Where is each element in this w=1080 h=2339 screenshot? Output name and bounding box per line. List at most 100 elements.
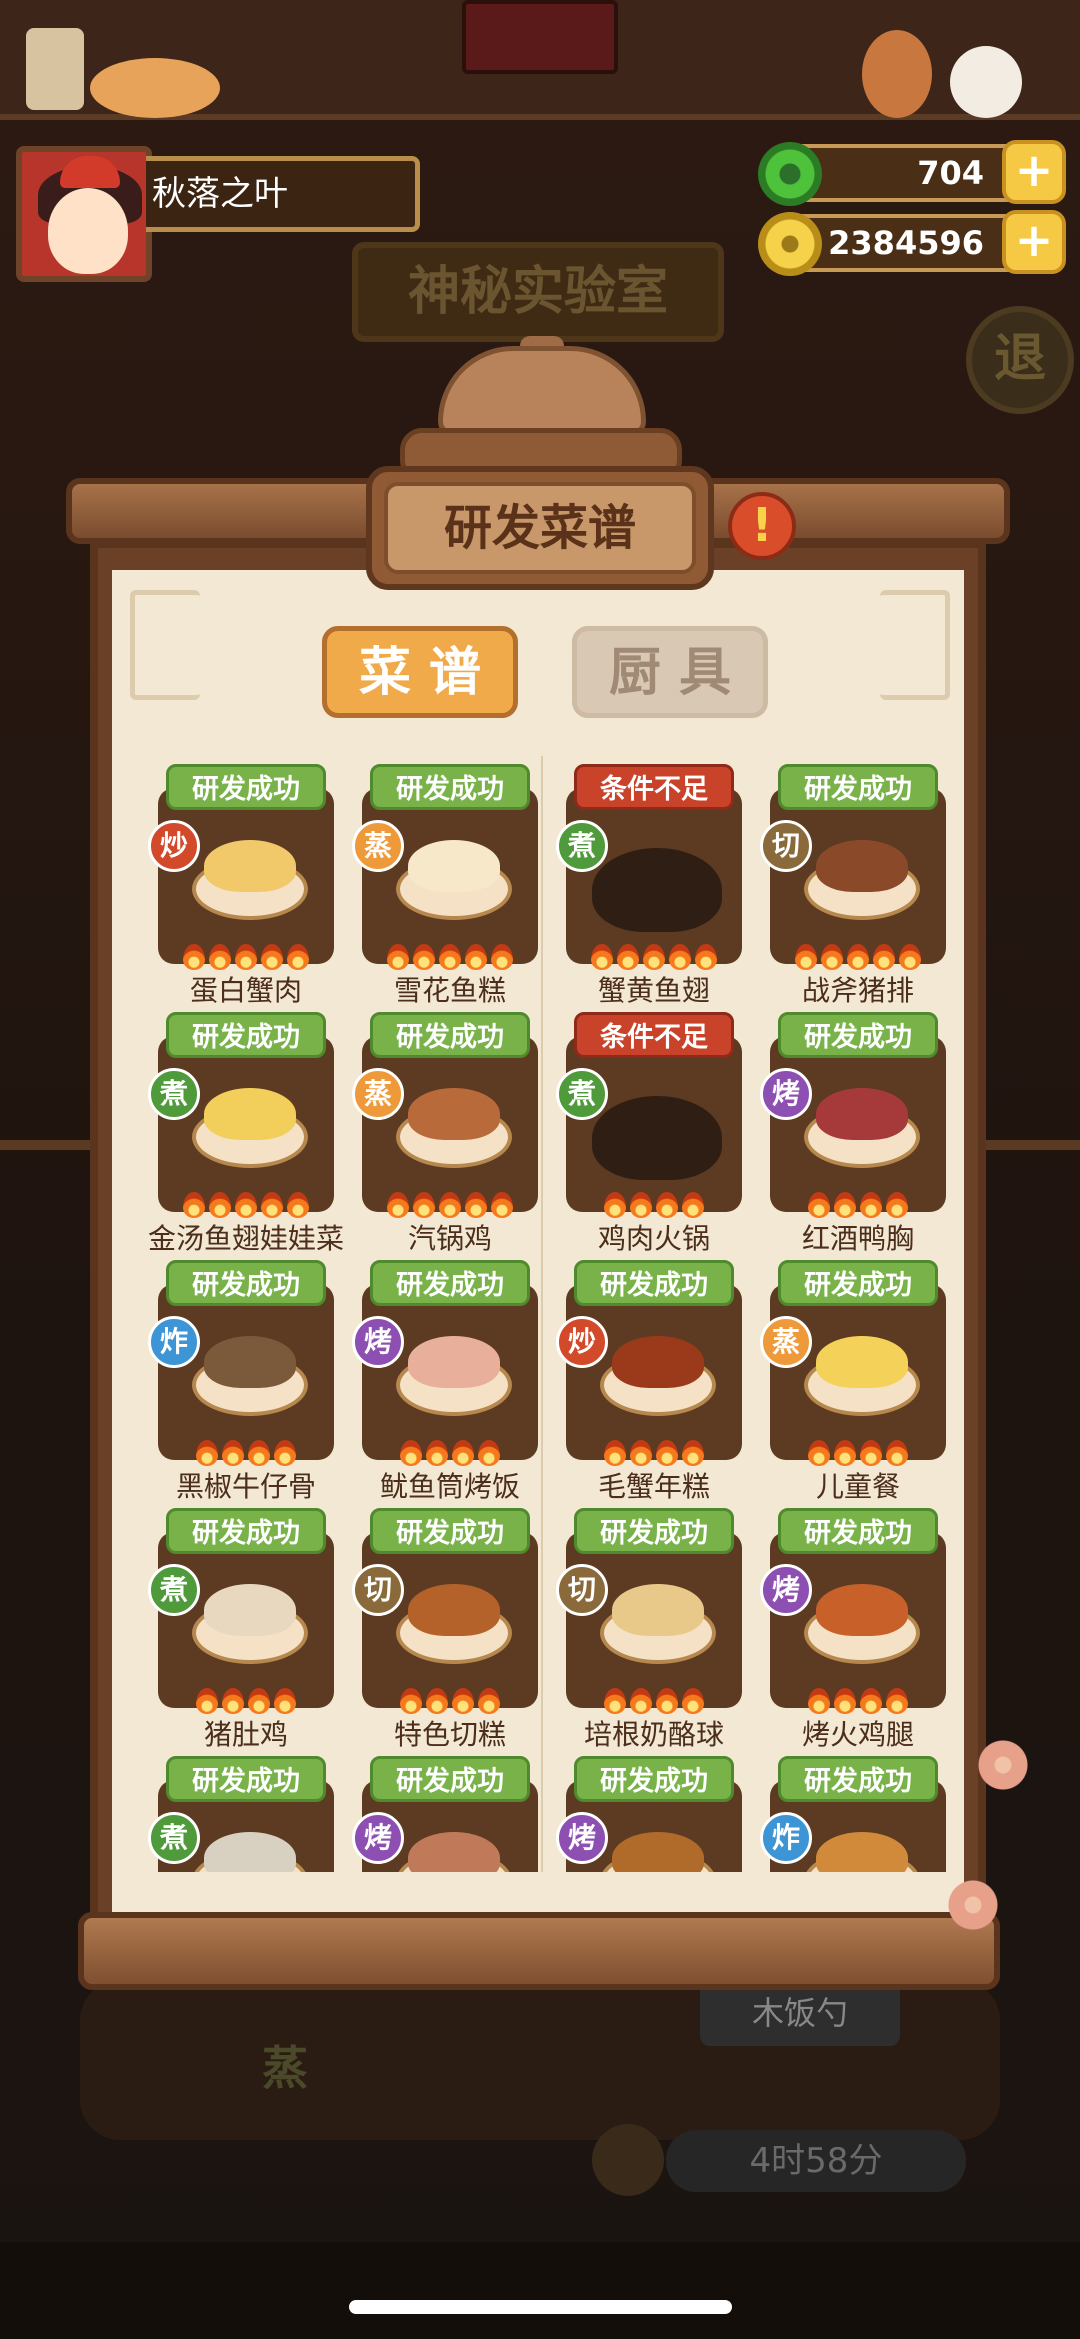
flame-icon	[617, 944, 639, 970]
flame-icon	[248, 1688, 270, 1714]
flame-icon	[604, 1688, 626, 1714]
difficulty-flames	[362, 1192, 538, 1220]
flame-icon	[860, 1440, 882, 1466]
dish-food-icon	[204, 1584, 296, 1636]
recipe-item[interactable]: 研发成功炸黑椒牛仔骨	[148, 1260, 348, 1508]
recipe-item[interactable]: 研发成功煮猪肚鸡	[148, 1508, 348, 1756]
flame-icon	[886, 1688, 908, 1714]
flame-icon	[287, 944, 309, 970]
recipe-item[interactable]: 研发成功切战斧猪排	[760, 764, 948, 1012]
recipe-item[interactable]: 研发成功炒毛蟹年糕	[556, 1260, 756, 1508]
flame-icon	[656, 1688, 678, 1714]
recipe-name: 烤火鸡腿	[801, 1718, 914, 1751]
flame-icon	[465, 1192, 487, 1218]
flame-icon	[860, 1192, 882, 1218]
boil-method-icon: 煮	[148, 1564, 200, 1616]
dish-food-icon	[816, 840, 908, 892]
info-button[interactable]: !	[728, 492, 796, 560]
boil-method-icon: 煮	[148, 1812, 200, 1864]
recipe-name: 毛蟹年糕	[597, 1470, 710, 1503]
bake-method-icon: 烤	[556, 1812, 608, 1864]
dish-food-icon	[204, 1088, 296, 1140]
corner-ornament-right	[880, 590, 950, 700]
flame-icon	[591, 944, 613, 970]
flame-icon	[426, 1440, 448, 1466]
dish-food-icon	[408, 840, 500, 892]
flame-icon	[682, 1192, 704, 1218]
recipe-item[interactable]: 研发成功烤烤火鸡腿	[760, 1508, 948, 1756]
recipe-name: 战斧猪排	[801, 974, 914, 1007]
flame-icon	[695, 944, 717, 970]
flame-icon	[873, 944, 895, 970]
recipe-dish-card	[566, 1284, 742, 1460]
recipe-item[interactable]: 条件不足煮鸡肉火锅	[556, 1012, 756, 1260]
recipe-item[interactable]: 研发成功烤红酒鸭胸	[760, 1012, 948, 1260]
recipe-item[interactable]: 研发成功切特色切糕	[352, 1508, 552, 1756]
recipe-item[interactable]: 研发成功烤	[352, 1756, 552, 1872]
flame-icon	[795, 944, 817, 970]
recipe-dish-card	[770, 788, 946, 964]
recipe-dish-card	[362, 788, 538, 964]
flame-icon	[222, 1688, 244, 1714]
home-indicator[interactable]	[349, 2300, 732, 2314]
add-coins-button[interactable]: +	[1002, 210, 1066, 274]
flame-icon	[287, 1192, 309, 1218]
flame-icon	[413, 944, 435, 970]
fry-method-icon: 炸	[148, 1316, 200, 1368]
difficulty-flames	[158, 944, 334, 972]
recipe-item[interactable]: 研发成功煮	[148, 1756, 348, 1872]
exit-button[interactable]: 退	[966, 306, 1074, 414]
recipe-grid[interactable]: 研发成功炒蛋白蟹肉 研发成功蒸雪花鱼糕 条件不足煮蟹黄鱼翅 研发成功切战斧猪排 研发成功…	[138, 756, 948, 1872]
recipe-name: 红酒鸭胸	[801, 1222, 914, 1255]
player-avatar[interactable]	[16, 146, 152, 282]
recipe-name: 雪花鱼糕	[393, 974, 506, 1007]
recipe-item[interactable]: 研发成功炸	[760, 1756, 948, 1872]
bake-method-icon: 烤	[352, 1812, 404, 1864]
flame-icon	[656, 1192, 678, 1218]
difficulty-flames	[158, 1688, 334, 1716]
recipe-dish-card	[158, 788, 334, 964]
lab-title: 神秘实验室	[352, 242, 724, 342]
stir-fry-method-icon: 炒	[148, 820, 200, 872]
difficulty-flames	[770, 1440, 946, 1468]
recipe-item[interactable]: 研发成功煮金汤鱼翅娃娃菜	[148, 1012, 348, 1260]
recipe-item[interactable]: 条件不足煮蟹黄鱼翅	[556, 764, 756, 1012]
tab-recipes[interactable]: 菜 谱	[322, 626, 518, 718]
dish-food-icon	[408, 1088, 500, 1140]
flame-icon	[491, 1192, 513, 1218]
flame-icon	[387, 1192, 409, 1218]
flame-icon	[669, 944, 691, 970]
recipe-dish-card	[770, 1036, 946, 1212]
exclamation-icon: !	[751, 498, 773, 552]
recipe-item[interactable]: 研发成功烤鱿鱼筒烤饭	[352, 1260, 552, 1508]
bake-method-icon: 烤	[352, 1316, 404, 1368]
recipe-item[interactable]: 研发成功炒蛋白蟹肉	[148, 764, 348, 1012]
tab-utensils[interactable]: 厨 具	[572, 626, 768, 718]
flame-icon	[426, 1688, 448, 1714]
dish-food-icon	[204, 840, 296, 892]
flame-icon	[491, 944, 513, 970]
recipe-dish-card	[158, 1036, 334, 1212]
plus-icon: +	[1014, 143, 1054, 197]
recipe-status-badge: 研发成功	[166, 1260, 326, 1306]
boil-method-icon: 煮	[148, 1068, 200, 1120]
recipe-item[interactable]: 研发成功蒸儿童餐	[760, 1260, 948, 1508]
difficulty-flames	[158, 1440, 334, 1468]
flame-icon	[196, 1440, 218, 1466]
recipe-name: 蛋白蟹肉	[189, 974, 302, 1007]
recipe-item[interactable]: 研发成功蒸汽锅鸡	[352, 1012, 552, 1260]
flame-icon	[604, 1440, 626, 1466]
recipe-item[interactable]: 研发成功切培根奶酪球	[556, 1508, 756, 1756]
difficulty-flames	[566, 1440, 742, 1468]
boil-method-icon: 煮	[556, 1068, 608, 1120]
flame-icon	[847, 944, 869, 970]
recipe-item[interactable]: 研发成功烤	[556, 1756, 756, 1872]
doll-figure-icon	[862, 30, 932, 118]
recipe-item[interactable]: 研发成功蒸雪花鱼糕	[352, 764, 552, 1012]
recipe-dish-card	[566, 1036, 742, 1212]
recipe-name: 黑椒牛仔骨	[175, 1470, 316, 1503]
flame-icon	[222, 1440, 244, 1466]
avatar-face	[48, 188, 128, 274]
add-jade-button[interactable]: +	[1002, 140, 1066, 204]
flame-icon	[808, 1440, 830, 1466]
